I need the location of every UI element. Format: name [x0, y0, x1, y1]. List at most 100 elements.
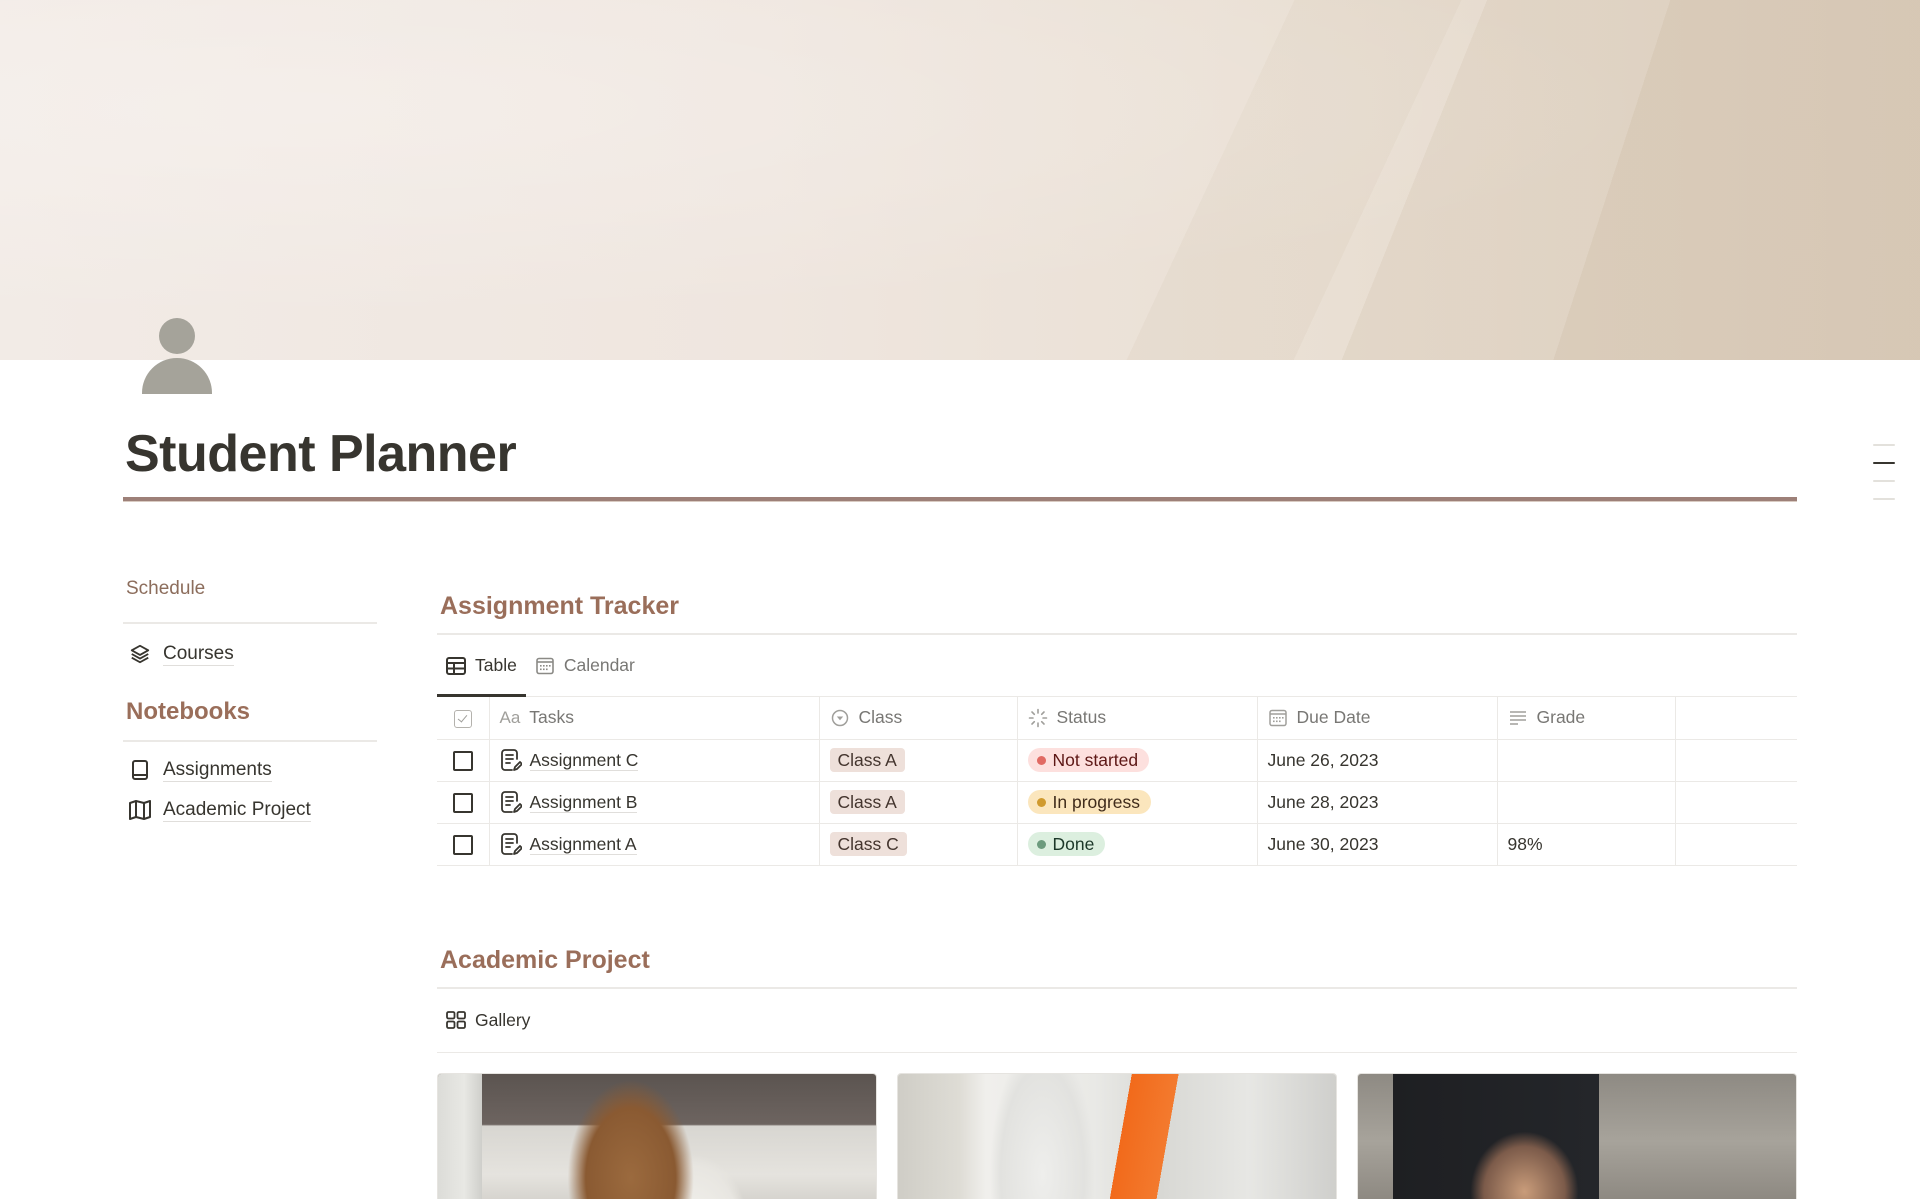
- tab-label: Calendar: [563, 655, 635, 675]
- sidebar-item-assignments[interactable]: Assignments: [123, 752, 377, 788]
- status-label: In progress: [1052, 792, 1141, 812]
- task-cell[interactable]: Assignment A: [489, 823, 820, 866]
- table-icon: [446, 656, 466, 676]
- status-cell[interactable]: In progress: [1017, 781, 1258, 824]
- column-header-grade[interactable]: Grade: [1497, 697, 1676, 740]
- status-dot-icon: [1036, 839, 1046, 849]
- calendar-icon: [535, 656, 555, 676]
- column-label: Tasks: [529, 707, 575, 728]
- document-edit-icon: [500, 748, 523, 772]
- lab-gloves-photo: [898, 1073, 1336, 1199]
- text-lines-icon: [1508, 708, 1528, 728]
- page-cover[interactable]: [0, 0, 1920, 360]
- grade-cell[interactable]: [1497, 739, 1676, 782]
- due-date-cell[interactable]: June 28, 2023: [1257, 781, 1498, 824]
- table-row[interactable]: Assignment C Class A Not started June 26, 2…: [437, 739, 1797, 782]
- gallery-card[interactable]: [897, 1072, 1337, 1199]
- due-date-cell[interactable]: June 30, 2023: [1257, 823, 1498, 866]
- status-icon: [1028, 708, 1048, 728]
- table-header-row: Aa Tasks Class Status Due Date Grade: [437, 697, 1797, 740]
- task-name[interactable]: Assignment A: [529, 834, 637, 855]
- page-title[interactable]: Student Planner: [125, 424, 517, 484]
- task-name[interactable]: Assignment B: [529, 792, 638, 813]
- row-checkbox[interactable]: [452, 834, 473, 855]
- map-icon: [127, 798, 153, 822]
- sidebar-item-courses[interactable]: Courses: [123, 636, 377, 672]
- column-header-add[interactable]: [1675, 697, 1797, 740]
- due-date: June 30, 2023: [1267, 833, 1379, 854]
- status-cell[interactable]: Not started: [1017, 739, 1258, 782]
- document-edit-icon: [500, 790, 523, 814]
- tab-table[interactable]: Table: [437, 635, 526, 697]
- class-cell[interactable]: Class A: [819, 739, 1018, 782]
- sidebar-item-label: Courses: [163, 642, 234, 666]
- status-badge: In progress: [1027, 790, 1152, 814]
- column-header-due-date[interactable]: Due Date: [1257, 697, 1498, 740]
- academic-project-heading: Academic Project: [440, 945, 650, 974]
- book-icon: [127, 758, 153, 782]
- class-tag: Class A: [829, 748, 905, 772]
- tab-label: Gallery: [475, 1009, 531, 1030]
- toc-line[interactable]: [1873, 498, 1895, 500]
- column-header-tasks[interactable]: Aa Tasks: [489, 697, 820, 740]
- document-edit-icon: [500, 832, 523, 856]
- empty-cell: [1675, 781, 1797, 824]
- main-content: Assignment Tracker Table Calendar Aa Tas…: [437, 592, 1797, 1199]
- person-icon-head: [159, 318, 195, 354]
- table-of-contents-indicator[interactable]: [1873, 444, 1895, 516]
- lab-researcher-photo: [438, 1073, 876, 1199]
- column-label: Due Date: [1296, 707, 1371, 728]
- gallery-card[interactable]: [1357, 1072, 1797, 1199]
- empty-cell: [1675, 823, 1797, 866]
- sidebar-item-academic-project[interactable]: Academic Project: [123, 792, 377, 828]
- status-badge: Not started: [1027, 748, 1150, 772]
- column-header-class[interactable]: Class: [819, 697, 1018, 740]
- status-dot-icon: [1036, 797, 1046, 807]
- task-cell[interactable]: Assignment B: [489, 781, 820, 824]
- assignment-tracker-heading: Assignment Tracker: [440, 592, 679, 620]
- title-divider: [123, 497, 1797, 502]
- status-cell[interactable]: Done: [1017, 823, 1258, 866]
- person-icon[interactable]: [140, 316, 212, 394]
- status-label: Not started: [1052, 750, 1139, 770]
- due-date: June 28, 2023: [1267, 791, 1379, 812]
- gallery-card[interactable]: [437, 1072, 877, 1199]
- tab-label: Table: [475, 655, 517, 675]
- tab-gallery[interactable]: Gallery: [437, 989, 1797, 1053]
- divider: [123, 622, 377, 624]
- camera-filming-photo: [1358, 1073, 1796, 1199]
- status-badge: Done: [1027, 832, 1106, 856]
- checkbox-icon: [453, 709, 472, 728]
- person-icon-body: [142, 358, 212, 394]
- toc-line[interactable]: [1873, 444, 1895, 446]
- row-checkbox[interactable]: [452, 792, 473, 813]
- task-cell[interactable]: Assignment C: [489, 739, 820, 782]
- status-label: Done: [1052, 834, 1095, 854]
- class-cell[interactable]: Class A: [819, 781, 1018, 824]
- status-dot-icon: [1036, 755, 1046, 765]
- row-checkbox[interactable]: [452, 750, 473, 771]
- empty-cell: [1675, 739, 1797, 782]
- grade-cell[interactable]: [1497, 781, 1676, 824]
- sidebar-item-label: Assignments: [163, 758, 272, 782]
- column-label: Status: [1056, 707, 1107, 728]
- divider: [123, 740, 377, 742]
- row-checkbox-cell: [437, 781, 490, 824]
- column-header-checkbox[interactable]: [437, 697, 490, 740]
- task-name[interactable]: Assignment C: [529, 750, 639, 771]
- grade-cell[interactable]: 98%: [1497, 823, 1676, 866]
- layers-icon: [127, 642, 153, 666]
- due-date: June 26, 2023: [1267, 749, 1379, 770]
- toc-line-active[interactable]: [1873, 462, 1895, 464]
- toc-line[interactable]: [1873, 480, 1895, 482]
- notebooks-heading: Notebooks: [126, 698, 251, 725]
- row-checkbox-cell: [437, 823, 490, 866]
- due-date-cell[interactable]: June 26, 2023: [1257, 739, 1498, 782]
- tab-calendar[interactable]: Calendar: [526, 635, 644, 696]
- column-header-status[interactable]: Status: [1017, 697, 1258, 740]
- class-cell[interactable]: Class C: [819, 823, 1018, 866]
- table-row[interactable]: Assignment B Class A In progress June 28, 2…: [437, 781, 1797, 824]
- table-row[interactable]: Assignment A Class C Done June 30, 2023 98%: [437, 823, 1797, 866]
- gallery-cards: [437, 1072, 1797, 1199]
- assignment-table: Aa Tasks Class Status Due Date Grade Ass…: [437, 697, 1797, 866]
